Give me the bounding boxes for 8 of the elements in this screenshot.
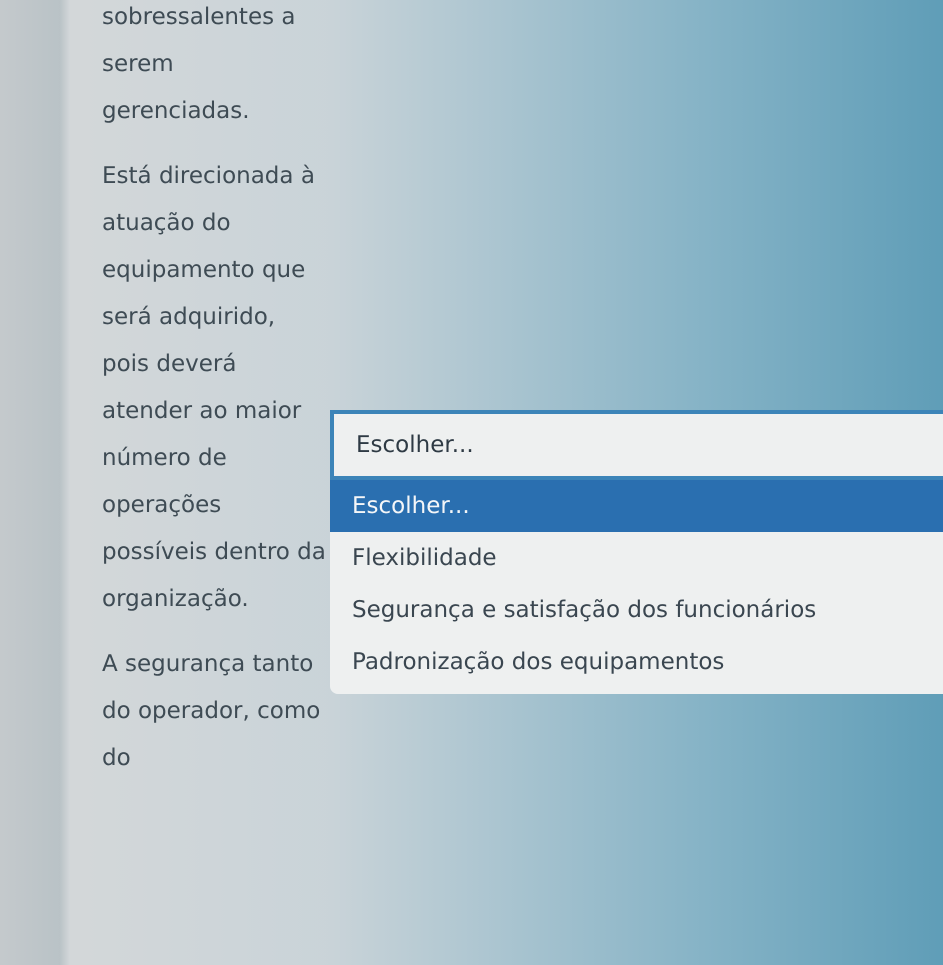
dropdown-field[interactable]: Escolher... xyxy=(330,410,943,480)
paragraph: Está direcionada à atuação do equipamento que será adquirido, pois deverá atender ao maior número de operações possíveis dentro da organização. xyxy=(102,162,327,614)
dropdown-option[interactable]: Flexibilidade xyxy=(330,532,943,584)
dropdown-option[interactable]: Escolher... xyxy=(330,480,943,532)
dropdown-option[interactable]: Segurança e satisfação dos funcionários xyxy=(330,584,943,636)
paragraph: sobressalentes a serem gerenciadas. xyxy=(102,3,296,126)
dropdown-option[interactable]: Padronização dos equipamentos xyxy=(330,636,943,688)
paragraph: A segurança tanto do operador, como do xyxy=(102,650,322,773)
